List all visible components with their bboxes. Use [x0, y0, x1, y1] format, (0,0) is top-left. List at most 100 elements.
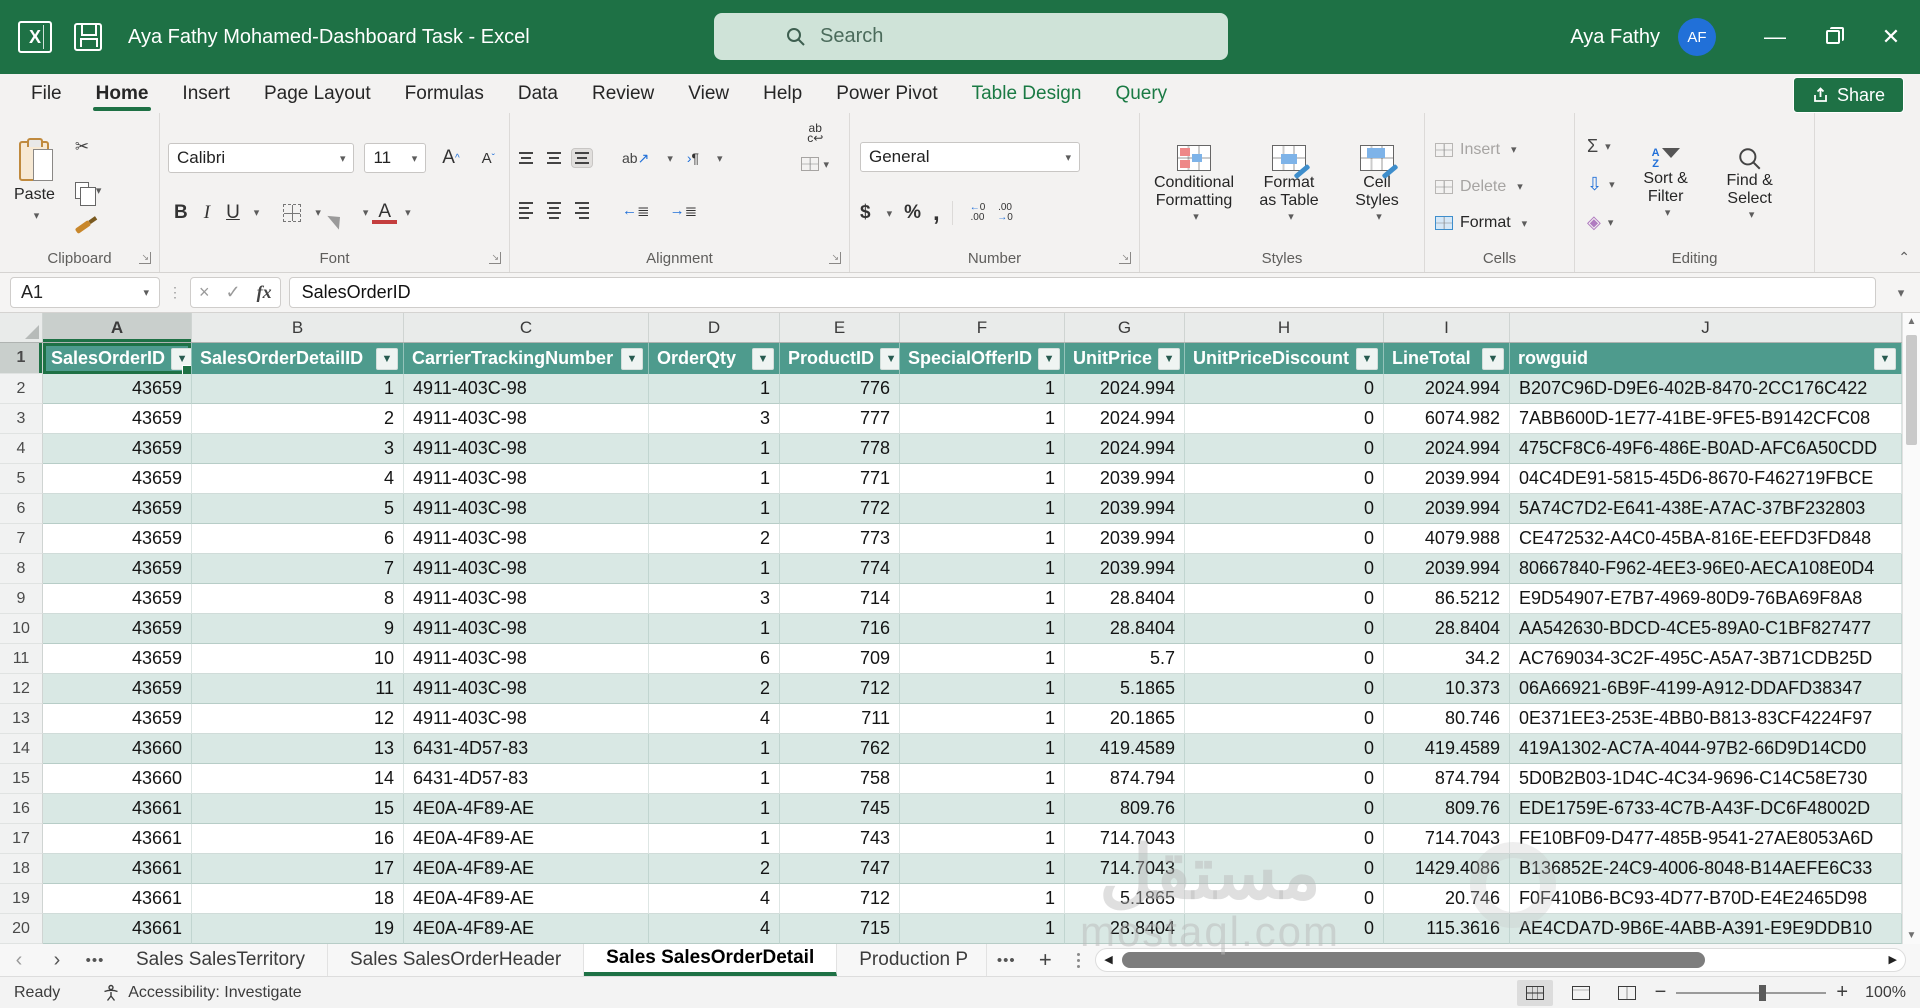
cell[interactable]: 04C4DE91-5815-45D6-8670-F462719FBCE	[1510, 464, 1902, 494]
cell[interactable]: 115.3616	[1384, 914, 1510, 944]
cell[interactable]: 1	[192, 374, 404, 404]
normal-view-button[interactable]	[1517, 980, 1553, 1006]
alignment-dialog-launcher[interactable]	[829, 252, 841, 264]
cell[interactable]: 43661	[43, 794, 192, 824]
ribbon-tab-page-layout[interactable]: Page Layout	[247, 74, 388, 113]
cell[interactable]: 709	[780, 644, 900, 674]
sheet-tab-sales-salesterritory[interactable]: Sales SalesTerritory	[114, 944, 328, 976]
ribbon-tab-home[interactable]: Home	[79, 74, 166, 113]
cell[interactable]: 4911-403C-98	[404, 614, 649, 644]
cell[interactable]: 0	[1185, 554, 1384, 584]
close-button[interactable]: ✕	[1862, 0, 1920, 74]
vertical-scrollbar[interactable]: ▲ ▼	[1902, 313, 1920, 944]
header-cell-unitprice[interactable]: UnitPrice▼	[1065, 343, 1185, 374]
cell[interactable]: 1	[649, 614, 780, 644]
cell[interactable]: 1	[900, 494, 1065, 524]
ribbon-tab-insert[interactable]: Insert	[165, 74, 247, 113]
cell[interactable]: 0	[1185, 404, 1384, 434]
accessibility-status[interactable]: Accessibility: Investigate	[102, 984, 301, 1002]
page-layout-view-button[interactable]	[1563, 980, 1599, 1006]
cell[interactable]: 20.1865	[1065, 704, 1185, 734]
format-painter-button[interactable]	[69, 222, 108, 232]
column-header-F[interactable]: F	[900, 313, 1065, 342]
cell[interactable]: 771	[780, 464, 900, 494]
cell[interactable]: 5.7	[1065, 644, 1185, 674]
ribbon-tab-help[interactable]: Help	[746, 74, 819, 113]
insert-function-button[interactable]: fx	[257, 282, 272, 303]
restore-button[interactable]	[1804, 0, 1862, 74]
cell[interactable]: 1	[649, 794, 780, 824]
cell[interactable]: 1	[649, 494, 780, 524]
cell[interactable]: 2039.994	[1065, 464, 1185, 494]
cell[interactable]: 715	[780, 914, 900, 944]
next-sheet-button[interactable]: ›	[38, 944, 76, 976]
header-cell-unitpricediscount[interactable]: UnitPriceDiscount▼	[1185, 343, 1384, 374]
cell[interactable]: AE4CDA7D-9B6E-4ABB-A391-E9E9DDB10	[1510, 914, 1902, 944]
cell[interactable]: 4911-403C-98	[404, 434, 649, 464]
percent-style-button[interactable]: %	[904, 202, 921, 224]
merge-center-button[interactable]: ▾	[795, 157, 835, 171]
cell[interactable]: 43661	[43, 884, 192, 914]
cell[interactable]: 13	[192, 734, 404, 764]
cell[interactable]: 43661	[43, 854, 192, 884]
cell[interactable]: 4E0A-4F89-AE	[404, 854, 649, 884]
number-dialog-launcher[interactable]	[1119, 252, 1131, 264]
ribbon-tab-query[interactable]: Query	[1098, 74, 1184, 113]
orientation-button[interactable]: ab↗	[616, 150, 655, 167]
row-header-7[interactable]: 7	[0, 524, 43, 554]
row-header-19[interactable]: 19	[0, 884, 43, 914]
cell[interactable]: 6431-4D57-83	[404, 734, 649, 764]
cell[interactable]: 4911-403C-98	[404, 404, 649, 434]
cell[interactable]: 0	[1185, 584, 1384, 614]
bold-button[interactable]: B	[168, 202, 194, 224]
cell[interactable]: 3	[192, 434, 404, 464]
cell[interactable]: 1	[900, 824, 1065, 854]
filter-dropdown-icon[interactable]: ▼	[1874, 348, 1896, 370]
tabbar-options-icon[interactable]	[1065, 944, 1091, 976]
align-center-button[interactable]	[544, 199, 564, 222]
row-header-5[interactable]: 5	[0, 464, 43, 494]
previous-sheet-button[interactable]: ‹	[0, 944, 38, 976]
cell[interactable]: 874.794	[1384, 764, 1510, 794]
cell[interactable]: 1	[649, 554, 780, 584]
cell[interactable]: 4	[192, 464, 404, 494]
cell[interactable]: AA542630-BDCD-4CE5-89A0-C1BF827477	[1510, 614, 1902, 644]
cell[interactable]: 1	[649, 434, 780, 464]
header-cell-specialofferid[interactable]: SpecialOfferID▼	[900, 343, 1065, 374]
cell[interactable]: 2024.994	[1065, 434, 1185, 464]
cell[interactable]: 714.7043	[1065, 854, 1185, 884]
scroll-left-icon[interactable]: ◀	[1104, 953, 1112, 966]
header-cell-salesorderid[interactable]: SalesOrderID▼	[43, 343, 192, 374]
cell[interactable]: 1	[649, 734, 780, 764]
ribbon-tab-view[interactable]: View	[671, 74, 746, 113]
cell[interactable]: 4911-403C-98	[404, 644, 649, 674]
ribbon-tab-power-pivot[interactable]: Power Pivot	[819, 74, 954, 113]
cell[interactable]: 0	[1185, 614, 1384, 644]
cell[interactable]: 2039.994	[1065, 494, 1185, 524]
align-right-button[interactable]	[572, 199, 592, 222]
row-header-8[interactable]: 8	[0, 554, 43, 584]
decrease-decimal-button[interactable]: .00→0	[997, 203, 1013, 223]
fill-button[interactable]: ⇩▾	[1581, 172, 1621, 197]
search-input[interactable]: Search	[714, 13, 1228, 60]
clear-button[interactable]: ◈▾	[1581, 210, 1621, 235]
cell[interactable]: 745	[780, 794, 900, 824]
cell[interactable]: 1	[649, 464, 780, 494]
cell[interactable]: 4911-403C-98	[404, 524, 649, 554]
conditional-formatting-button[interactable]: Conditional Formatting▾	[1146, 121, 1242, 246]
cell[interactable]: 1	[900, 584, 1065, 614]
header-cell-linetotal[interactable]: LineTotal▼	[1384, 343, 1510, 374]
cell[interactable]: 1	[900, 854, 1065, 884]
cell[interactable]: 2	[649, 524, 780, 554]
column-header-J[interactable]: J	[1510, 313, 1902, 342]
cell[interactable]: 5.1865	[1065, 674, 1185, 704]
cell[interactable]: 4E0A-4F89-AE	[404, 824, 649, 854]
filter-dropdown-icon[interactable]: ▼	[171, 348, 192, 370]
cell[interactable]: 2039.994	[1384, 494, 1510, 524]
find-select-button[interactable]: Find & Select▾	[1711, 121, 1789, 246]
column-header-C[interactable]: C	[404, 313, 649, 342]
increase-indent-button[interactable]: →≣	[664, 202, 704, 220]
cell[interactable]: 10	[192, 644, 404, 674]
zoom-slider[interactable]	[1676, 992, 1826, 994]
row-header-10[interactable]: 10	[0, 614, 43, 644]
